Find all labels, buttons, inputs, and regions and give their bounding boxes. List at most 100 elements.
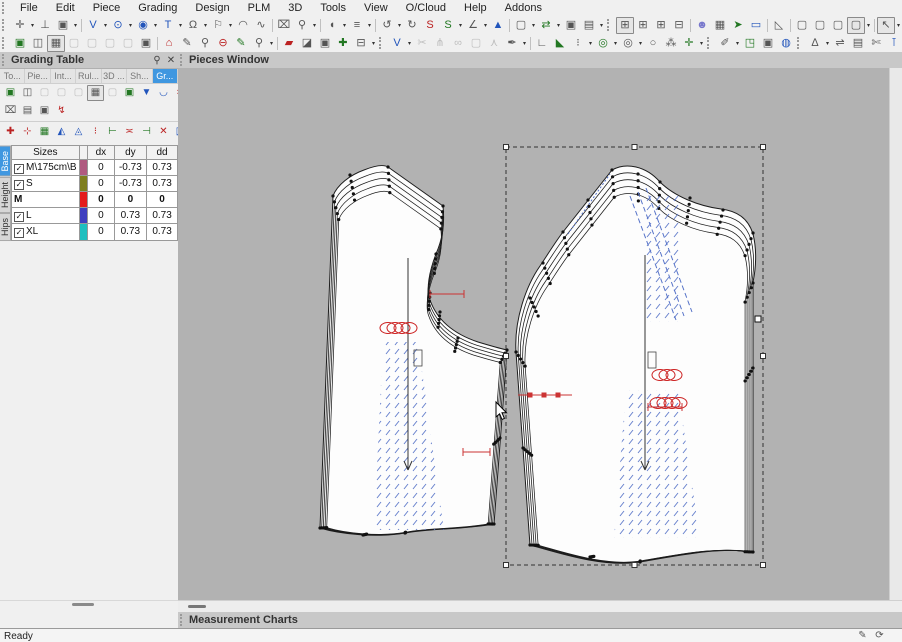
menu-o-cloud[interactable]: O/Cloud xyxy=(397,1,455,15)
grading-panel-tab-pie[interactable]: Pie... xyxy=(25,69,50,83)
dx-value-cell[interactable]: 0 xyxy=(88,192,114,208)
grading-panel-tab-rul[interactable]: Rul... xyxy=(76,69,101,83)
point-list-icon[interactable]: ⁝ xyxy=(569,35,587,52)
dd-value-cell[interactable]: 0.73 xyxy=(147,160,178,176)
flip-vertical-icon[interactable]: S xyxy=(439,17,457,34)
set-square-icon[interactable]: ◺ xyxy=(770,17,788,34)
zoom-out-icon[interactable]: ⊖ xyxy=(214,35,232,52)
vertical-scrollbar[interactable] xyxy=(889,68,902,600)
dx-value-cell[interactable]: 0 xyxy=(88,208,114,224)
paste-style-icon[interactable]: ▣ xyxy=(316,35,334,52)
notch-pen-dropdown-icon[interactable]: ▾ xyxy=(521,40,528,47)
piece-report-icon[interactable]: ▢ xyxy=(512,17,530,34)
texture-icon[interactable]: ▦ xyxy=(711,17,729,34)
export-grading-icon[interactable]: ▣ xyxy=(121,85,138,101)
side-tab-hips[interactable]: Hips xyxy=(0,213,11,241)
show-grading-icon[interactable]: ▦ xyxy=(87,85,104,101)
stack-pieces-icon[interactable]: ≡ xyxy=(348,17,366,34)
sheet-view-dropdown-icon[interactable]: ▾ xyxy=(598,22,605,29)
dart-edit-icon[interactable]: V xyxy=(388,35,406,52)
window-view-icon[interactable]: ▣ xyxy=(562,17,580,34)
walk-pieces-dropdown-icon[interactable]: ▾ xyxy=(482,22,489,29)
sheet-view-icon[interactable]: ▤ xyxy=(580,17,598,34)
panel-splitter[interactable] xyxy=(0,600,178,606)
measurement-table-view-icon[interactable]: ⊞ xyxy=(652,17,670,34)
dart-tool-dropdown-icon[interactable]: ▾ xyxy=(102,22,109,29)
menu-grading[interactable]: Grading xyxy=(129,1,186,15)
grading-table-view-icon[interactable]: ⊞ xyxy=(616,17,634,34)
apply-down-icon[interactable]: ▼ xyxy=(138,85,155,101)
walk-pieces-icon[interactable]: ∠ xyxy=(464,17,482,34)
grading-window-icon[interactable]: ▣ xyxy=(36,103,53,119)
rotate-ccw-icon[interactable]: ↺ xyxy=(378,17,396,34)
circle-tool-dropdown-icon[interactable]: ▾ xyxy=(127,22,134,29)
dd-value-cell[interactable]: 0.73 xyxy=(147,176,178,192)
save-piece-icon[interactable]: ⊟ xyxy=(352,35,370,52)
toolbar-grip-handle[interactable] xyxy=(797,37,803,49)
dart-tool-icon[interactable]: V xyxy=(84,17,102,34)
point-table-view-icon[interactable]: ⊞ xyxy=(634,17,652,34)
size-name-cell[interactable]: ✓M\175cm\B xyxy=(12,160,80,176)
curve-tool-icon[interactable]: ∿ xyxy=(252,17,270,34)
avatar-3d-icon[interactable]: ☻ xyxy=(693,17,711,34)
copy-grade-icon[interactable]: ◳ xyxy=(741,35,759,52)
open-sample-icon[interactable]: ▣ xyxy=(11,35,29,52)
dx-value-cell[interactable]: 0 xyxy=(88,224,114,240)
menu-3d[interactable]: 3D xyxy=(279,1,311,15)
dx-value-cell[interactable]: 0 xyxy=(88,176,114,192)
seam-tool-icon[interactable]: Ω xyxy=(184,17,202,34)
panel-grip-handle[interactable] xyxy=(2,54,8,66)
equalize-icon[interactable]: ⇌ xyxy=(831,35,849,52)
save-piece-dropdown-icon[interactable]: ▾ xyxy=(370,40,377,47)
dy-value-cell[interactable]: -0.73 xyxy=(114,176,146,192)
circle-tool-icon[interactable]: ⊙ xyxy=(109,17,127,34)
select-cursor-dropdown-icon[interactable]: ▾ xyxy=(895,22,902,29)
menu-design[interactable]: Design xyxy=(186,1,238,15)
add-point-dropdown-icon[interactable]: ▾ xyxy=(698,40,705,47)
size-name-cell[interactable]: M xyxy=(12,192,80,208)
hollow-point-icon[interactable]: ○ xyxy=(644,35,662,52)
curve-angle-dropdown-icon[interactable]: ▾ xyxy=(824,40,831,47)
shaded-view-icon[interactable]: ◣ xyxy=(551,35,569,52)
show-picture-icon[interactable]: ▦ xyxy=(47,35,65,52)
refresh-units-icon[interactable]: ⟳ xyxy=(871,629,888,642)
flip-vertical-dropdown-icon[interactable]: ▾ xyxy=(457,22,464,29)
swap-icon[interactable]: ⇄ xyxy=(537,17,555,34)
point-list-dropdown-icon[interactable]: ▾ xyxy=(587,40,594,47)
target-copy-dropdown-icon[interactable]: ▾ xyxy=(637,40,644,47)
import-piece-icon[interactable]: ◫ xyxy=(29,35,47,52)
image-tool-dropdown-icon[interactable]: ▾ xyxy=(72,22,79,29)
toolbar-grip-handle[interactable] xyxy=(2,19,8,31)
align-center-icon[interactable]: ≍ xyxy=(121,124,138,140)
select-cursor-icon[interactable]: ↖ xyxy=(877,17,895,34)
menu-tools[interactable]: Tools xyxy=(311,1,355,15)
grading-panel-tab-int[interactable]: Int... xyxy=(51,69,76,83)
align-grade-icon[interactable]: ⊹ xyxy=(19,124,36,140)
rotate-cw-icon[interactable]: ↻ xyxy=(403,17,421,34)
dy-value-cell[interactable]: 0 xyxy=(114,192,146,208)
open-book-icon[interactable]: ▤ xyxy=(849,35,867,52)
dy-value-cell[interactable]: 0.73 xyxy=(114,208,146,224)
grading-panel-tab-to[interactable]: To... xyxy=(0,69,25,83)
target-copy-icon[interactable]: ◎ xyxy=(619,35,637,52)
grading-panel-tab-sh[interactable]: Sh... xyxy=(127,69,152,83)
add-piece-icon[interactable]: ✚ xyxy=(334,35,352,52)
pin-tool-icon[interactable]: ⚲ xyxy=(293,17,311,34)
home-view-icon[interactable]: ⌂ xyxy=(160,35,178,52)
page-layout-icon-3[interactable]: ▢ xyxy=(829,17,847,34)
side-tab-base[interactable]: Base xyxy=(0,146,11,177)
menu-grip-handle[interactable] xyxy=(2,2,8,14)
dd-value-cell[interactable]: 0.73 xyxy=(147,224,178,240)
move-point-icon[interactable]: ✛ xyxy=(11,17,29,34)
notch-tool-dropdown-icon[interactable]: ▾ xyxy=(227,22,234,29)
close-icon[interactable]: ✕ xyxy=(164,55,178,66)
t-pointer-icon[interactable]: ⊺ xyxy=(885,35,902,52)
column-header-dd[interactable]: dd xyxy=(147,146,178,160)
measurement-charts-titlebar[interactable]: Measurement Charts xyxy=(178,612,902,629)
half-piece-dropdown-icon[interactable]: ▾ xyxy=(341,22,348,29)
zoom-pin-icon[interactable]: ⚲ xyxy=(196,35,214,52)
target-grade-icon[interactable]: ◎ xyxy=(594,35,612,52)
flip-horizontal-icon[interactable]: S xyxy=(421,17,439,34)
pencil-cut-icon[interactable]: ✐ xyxy=(716,35,734,52)
zoom-area-icon[interactable]: ⚲ xyxy=(250,35,268,52)
